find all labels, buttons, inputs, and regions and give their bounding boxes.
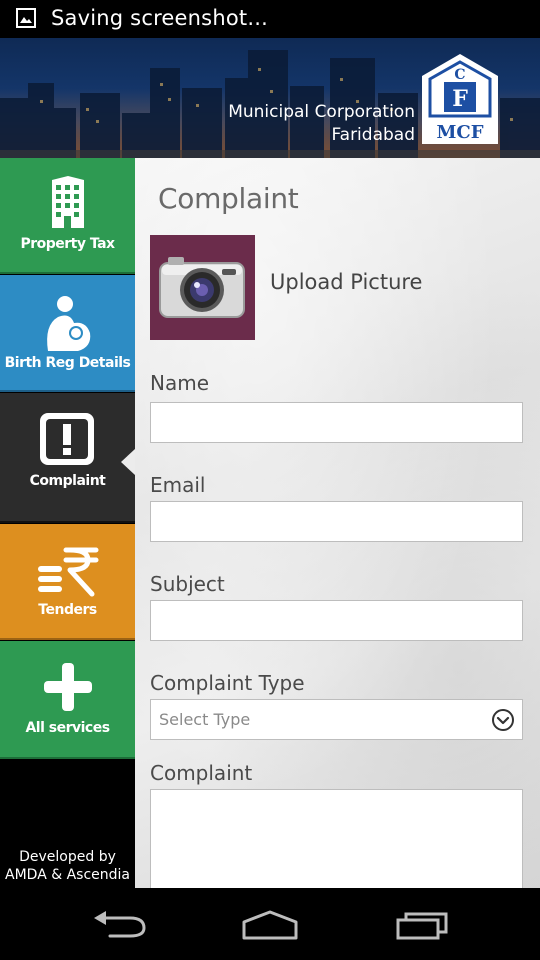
recents-icon[interactable] [392, 908, 452, 942]
complaint-type-placeholder: Select Type [159, 710, 251, 729]
camera-icon [159, 257, 245, 318]
subject-field[interactable] [150, 600, 523, 641]
logo-text: MCF [436, 122, 483, 143]
email-label: Email [150, 473, 206, 497]
header-banner: Municipal Corporation Faridabad F C MCF [0, 38, 540, 158]
complaint-form: Complaint Upload Picture Name Email Subj… [135, 158, 540, 888]
status-text: Saving screenshot... [51, 6, 268, 30]
rupee-icon [38, 547, 99, 597]
org-name-line1: Municipal Corporation [228, 102, 415, 122]
org-name-line2: Faridabad [331, 125, 415, 145]
complaint-label: Complaint [150, 761, 253, 785]
email-field[interactable] [150, 501, 523, 542]
complaint-type-select[interactable]: Select Type [150, 699, 523, 740]
svg-text:C: C [454, 67, 465, 83]
org-name: Municipal Corporation Faridabad [228, 101, 415, 147]
sidebar-label: Property Tax [20, 236, 115, 252]
sidebar-label: Tenders [38, 602, 97, 618]
sidebar-item-tenders[interactable]: Tenders [0, 524, 135, 640]
sidebar-item-complaint[interactable]: Complaint [0, 393, 135, 523]
back-icon[interactable] [90, 908, 150, 942]
sidebar-item-birth-reg[interactable]: Birth Reg Details [0, 275, 135, 392]
selected-indicator [121, 449, 135, 475]
image-icon [16, 8, 36, 28]
status-bar: Saving screenshot... [0, 0, 540, 38]
complaint-type-label: Complaint Type [150, 671, 305, 695]
sidebar-nav: Property Tax Birth Reg Details Complaint… [0, 158, 135, 888]
system-nav-bar [0, 888, 540, 960]
upload-picture-label: Upload Picture [270, 270, 423, 294]
mother-child-icon [47, 296, 91, 351]
developer-credit: Developed by AMDA & Ascendia [0, 848, 135, 884]
exclamation-icon [40, 413, 94, 465]
plus-icon [44, 663, 92, 711]
mcf-logo: F C MCF [422, 54, 498, 144]
credit-line2: AMDA & Ascendia [5, 867, 130, 883]
sidebar-item-property-tax[interactable]: Property Tax [0, 158, 135, 274]
sidebar-label: Birth Reg Details [4, 355, 131, 371]
svg-text:F: F [452, 86, 468, 112]
sidebar-label: All services [25, 720, 110, 736]
sidebar-item-all-services[interactable]: All services [0, 641, 135, 759]
name-label: Name [150, 371, 210, 395]
complaint-textarea[interactable] [150, 789, 523, 888]
upload-picture-button[interactable] [150, 235, 255, 340]
page-title: Complaint [158, 182, 299, 215]
home-icon[interactable] [240, 908, 300, 942]
sidebar-label: Complaint [29, 473, 106, 489]
chevron-down-icon [492, 709, 514, 731]
name-field[interactable] [150, 402, 523, 443]
building-icon [52, 176, 84, 228]
credit-line1: Developed by [19, 849, 116, 865]
subject-label: Subject [150, 572, 225, 596]
